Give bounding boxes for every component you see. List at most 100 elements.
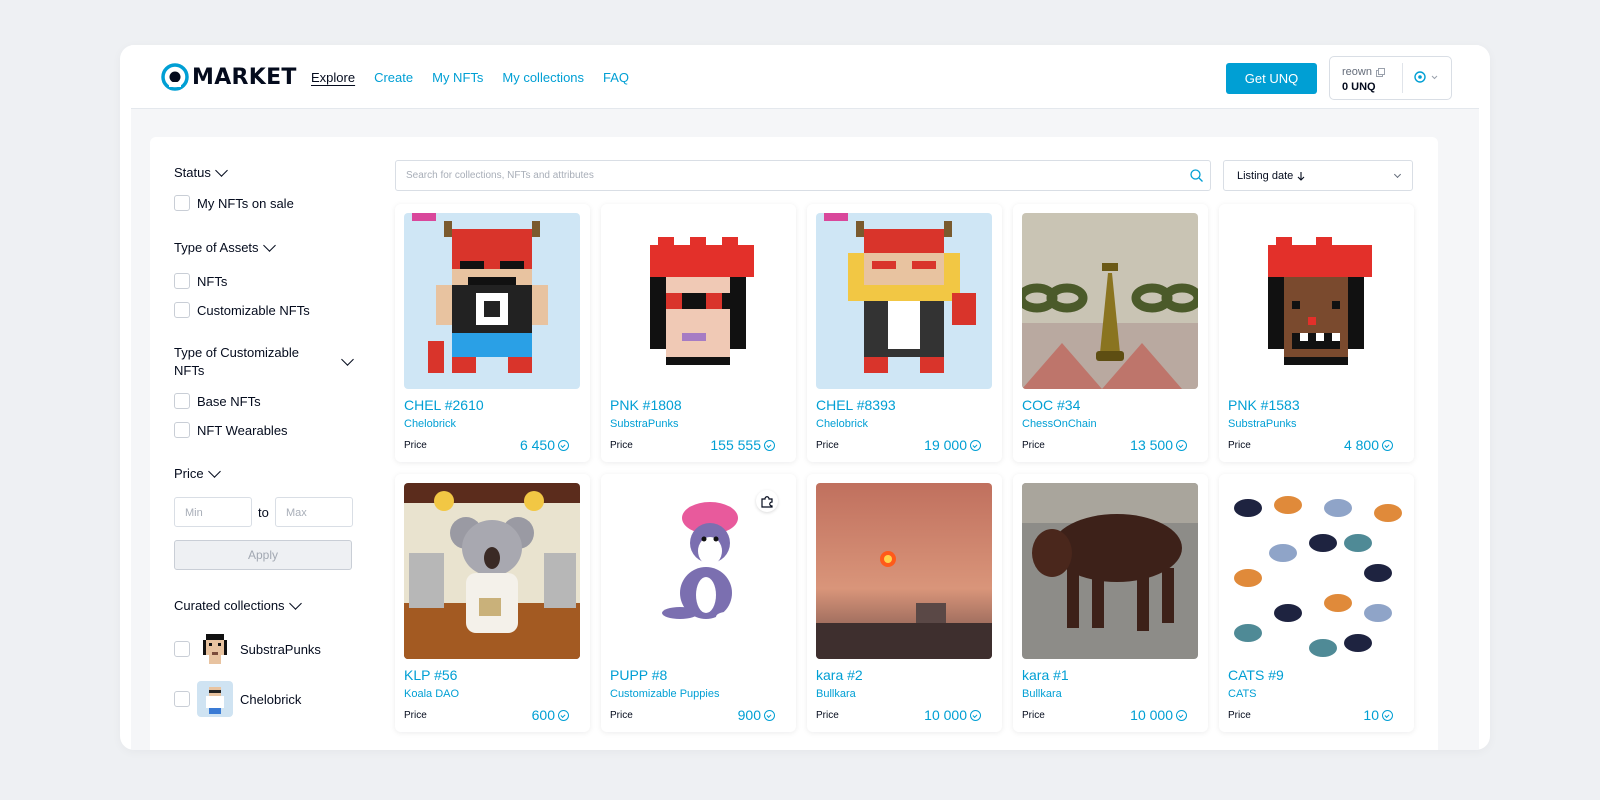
collection-label: Chelobrick	[240, 691, 302, 707]
nav-explore[interactable]: Explore	[311, 70, 355, 85]
unique-coin-icon	[558, 709, 569, 721]
nft-price: 6 450	[520, 437, 569, 453]
price-label: Price	[610, 710, 633, 721]
apply-price-button[interactable]: Apply	[174, 540, 352, 570]
logo-text: MARKET	[192, 64, 297, 90]
nav-my-collections[interactable]: My collections	[502, 70, 584, 85]
price-label: Price	[816, 710, 839, 721]
nft-card[interactable]: PUPP #8 Customizable Puppies Price 900	[601, 474, 796, 732]
price-label: Price	[610, 440, 633, 451]
chevron-down-icon	[262, 238, 276, 252]
filter-collection-chelobrick[interactable]: Chelobrick	[174, 681, 301, 717]
nft-title[interactable]: kara #1	[1022, 667, 1069, 683]
price-value: 19 000	[924, 437, 967, 453]
filter-my-nfts-on-sale[interactable]: My NFTs on sale	[174, 195, 294, 211]
chelobrick-avatar	[197, 681, 233, 717]
price-value: 600	[531, 707, 555, 723]
market-panel: Status My NFTs on sale Type of Assets NF…	[150, 137, 1438, 750]
sort-label-row: Listing date	[1237, 170, 1305, 182]
search-icon[interactable]	[1189, 168, 1204, 183]
nft-title[interactable]: KLP #56	[404, 667, 457, 683]
status-filter-toggle[interactable]: Status	[174, 163, 228, 180]
nft-card[interactable]: kara #2 Bullkara Price 10 000	[807, 474, 1002, 732]
nft-title[interactable]: PNK #1808	[610, 397, 682, 413]
nft-collection[interactable]: Bullkara	[1022, 688, 1062, 700]
nft-card[interactable]: PNK #1583 SubstraPunks Price 4 800	[1219, 204, 1414, 462]
checkbox[interactable]	[174, 195, 190, 211]
nft-collection[interactable]: SubstraPunks	[1228, 418, 1296, 430]
nft-title[interactable]: CHEL #2610	[404, 397, 484, 413]
asset-type-filter-toggle[interactable]: Type of Assets	[174, 238, 276, 255]
arrow-down-icon	[1297, 172, 1305, 181]
price-value: 13 500	[1130, 437, 1173, 453]
nft-collection[interactable]: ChessOnChain	[1022, 418, 1097, 430]
nft-collection[interactable]: Customizable Puppies	[610, 688, 719, 700]
nft-collection[interactable]: CATS	[1228, 688, 1257, 700]
nav-my-nfts[interactable]: My NFTs	[432, 70, 483, 85]
filter-base-nfts[interactable]: Base NFTs	[174, 393, 261, 409]
main-nav: Explore Create My NFTs My collections FA…	[311, 70, 629, 85]
nft-image	[1022, 213, 1198, 389]
custom-type-filter-title: Type of Customizable NFTs	[174, 345, 300, 378]
filter-nft-wearables[interactable]: NFT Wearables	[174, 422, 288, 438]
nft-card[interactable]: CATS #9 CATS Price 10	[1219, 474, 1414, 732]
nft-title[interactable]: kara #2	[816, 667, 863, 683]
filter-customizable-nfts[interactable]: Customizable NFTs	[174, 302, 310, 318]
filter-nfts[interactable]: NFTs	[174, 273, 227, 289]
nav-faq[interactable]: FAQ	[603, 70, 629, 85]
nft-collection[interactable]: Bullkara	[816, 688, 856, 700]
nft-price: 10 000	[924, 707, 981, 723]
filter-collection-substrapunks[interactable]: SubstraPunks	[174, 631, 321, 667]
nav-create[interactable]: Create	[374, 70, 413, 85]
nft-price: 19 000	[924, 437, 981, 453]
nft-title[interactable]: PUPP #8	[610, 667, 667, 683]
checkbox[interactable]	[174, 641, 190, 657]
checkbox[interactable]	[174, 393, 190, 409]
account-name: reown	[1342, 66, 1372, 78]
price-filter-title: Price	[174, 466, 204, 481]
price-filter-toggle[interactable]: Price	[174, 464, 221, 481]
curated-filter-toggle[interactable]: Curated collections	[174, 596, 302, 613]
nft-price: 10 000	[1130, 707, 1187, 723]
nft-card[interactable]: CHEL #8393 Chelobrick Price 19 000	[807, 204, 1002, 462]
checkbox[interactable]	[174, 273, 190, 289]
puzzle-icon[interactable]	[756, 490, 778, 512]
nft-title[interactable]: CATS #9	[1228, 667, 1284, 683]
nft-title[interactable]: PNK #1583	[1228, 397, 1300, 413]
nft-collection[interactable]: Chelobrick	[404, 418, 456, 430]
nft-collection[interactable]: Koala DAO	[404, 688, 459, 700]
price-label: Price	[1228, 440, 1251, 451]
account-dropdown[interactable]	[1414, 71, 1438, 83]
price-max-input[interactable]: Max	[275, 497, 353, 527]
custom-type-filter-toggle[interactable]: Type of Customizable NFTs	[174, 344, 354, 380]
search-input[interactable]: Search for collections, NFTs and attribu…	[406, 170, 594, 181]
nft-card[interactable]: kara #1 Bullkara Price 10 000	[1013, 474, 1208, 732]
checkbox-label: My NFTs on sale	[197, 195, 294, 211]
sort-select[interactable]: Listing date	[1223, 160, 1413, 191]
checkbox[interactable]	[174, 691, 190, 707]
nft-card[interactable]: KLP #56 Koala DAO Price 600	[395, 474, 590, 732]
substrapunks-avatar	[197, 631, 233, 667]
market-logo[interactable]: MARKET	[161, 63, 297, 91]
nft-card[interactable]: PNK #1808 SubstraPunks Price 155 555	[601, 204, 796, 462]
account-divider	[1402, 63, 1403, 93]
price-value: 4 800	[1343, 437, 1379, 453]
chevron-down-icon	[207, 464, 221, 478]
search-bar[interactable]: Search for collections, NFTs and attribu…	[395, 160, 1211, 191]
nft-collection[interactable]: Chelobrick	[816, 418, 868, 430]
checkbox[interactable]	[174, 302, 190, 318]
price-value: 900	[737, 707, 761, 723]
nft-card[interactable]: COC #34 ChessOnChain Price 13 500	[1013, 204, 1208, 462]
checkbox[interactable]	[174, 422, 190, 438]
account-widget[interactable]: reown 0 UNQ	[1329, 56, 1452, 100]
nft-title[interactable]: COC #34	[1022, 397, 1080, 413]
unique-coin-icon	[1414, 71, 1426, 83]
nft-card[interactable]: CHEL #2610 Chelobrick Price 6 450	[395, 204, 590, 462]
nft-title[interactable]: CHEL #8393	[816, 397, 896, 413]
collection-label: SubstraPunks	[240, 641, 321, 657]
copy-icon[interactable]	[1375, 67, 1385, 77]
price-label: Price	[1228, 710, 1251, 721]
get-unq-button[interactable]: Get UNQ	[1226, 63, 1317, 94]
price-min-input[interactable]: Min	[174, 497, 252, 527]
nft-collection[interactable]: SubstraPunks	[610, 418, 678, 430]
